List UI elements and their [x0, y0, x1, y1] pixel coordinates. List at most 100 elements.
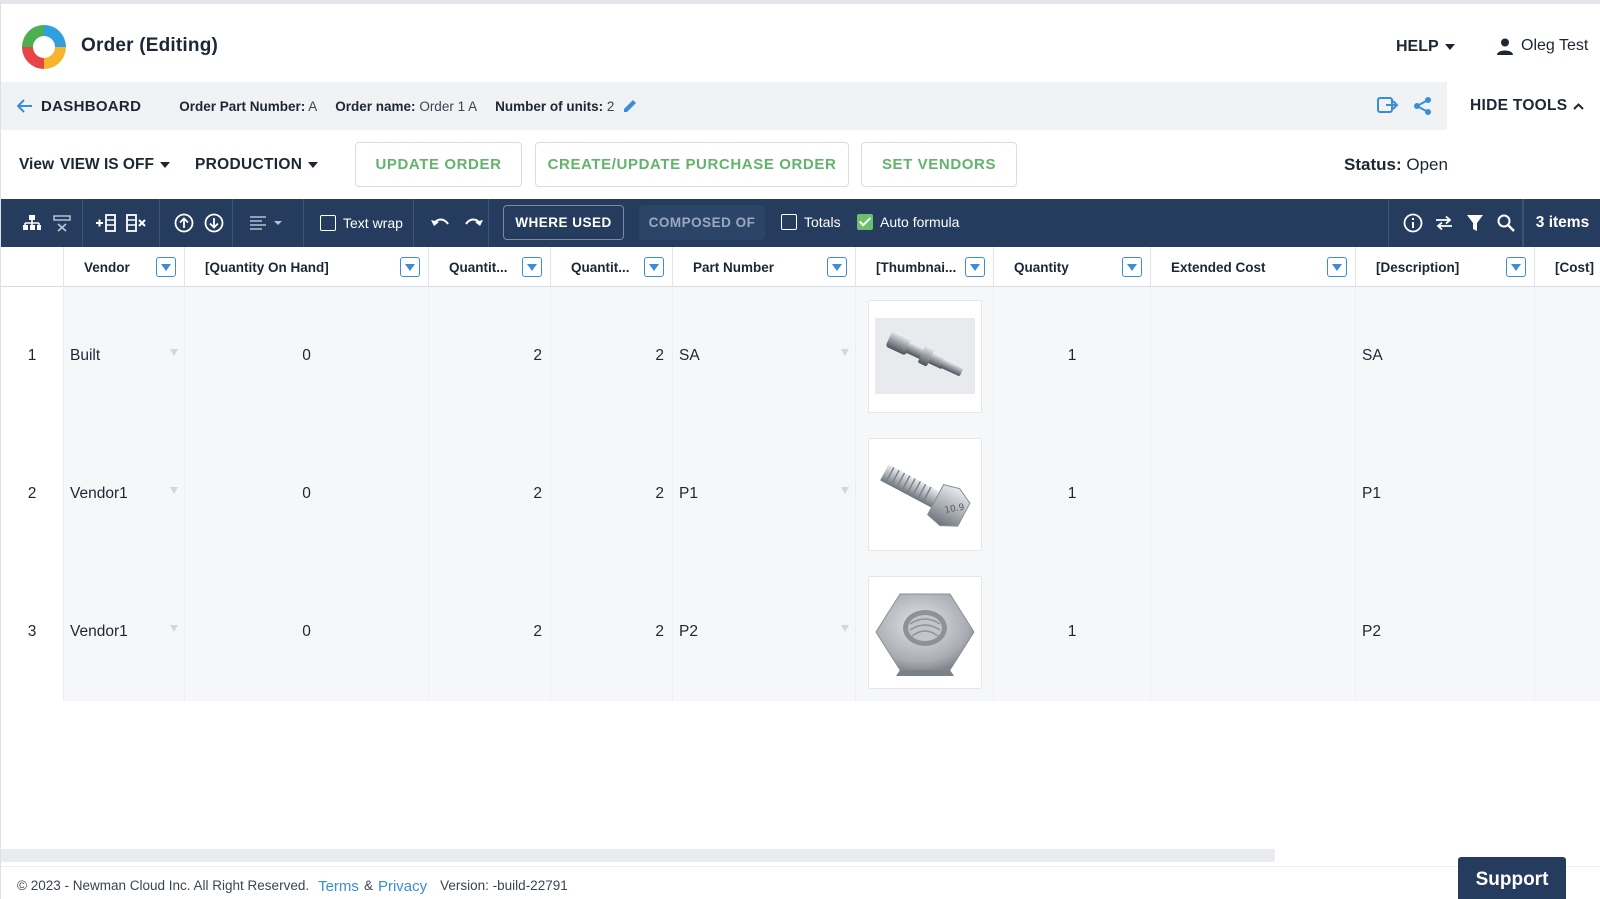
bolt-thumbnail[interactable]: 10.9 [867, 437, 982, 551]
nut-thumbnail[interactable] [867, 575, 982, 689]
horizontal-scrollbar[interactable] [1, 849, 1275, 862]
quantity-on-hand-cell[interactable]: 0 [185, 287, 429, 425]
dashboard-back-link[interactable]: DASHBOARD [17, 98, 141, 115]
quantity-cell[interactable]: 1 [994, 563, 1151, 701]
share-icon[interactable] [1413, 96, 1433, 121]
quantity-a-cell[interactable]: 2 [429, 287, 551, 425]
cost-cell[interactable] [1535, 563, 1600, 701]
description-cell[interactable]: P1 [1356, 425, 1535, 563]
add-hierarchy-icon[interactable] [21, 212, 43, 234]
header-description[interactable]: [Description] [1356, 247, 1535, 287]
extended-cost-cell[interactable] [1151, 563, 1356, 701]
quantity-b-cell[interactable]: 2 [551, 563, 673, 701]
cell-dropdown-icon[interactable] [170, 487, 178, 494]
quantity-b-cell[interactable]: 2 [551, 425, 673, 563]
extended-cost-cell[interactable] [1151, 287, 1356, 425]
header-quantity-on-hand[interactable]: [Quantity On Hand] [185, 247, 429, 287]
cost-cell[interactable] [1535, 425, 1600, 563]
help-menu[interactable]: HELP [1396, 38, 1455, 56]
delete-column-icon[interactable] [125, 212, 147, 234]
quantity-cell[interactable]: 1 [994, 425, 1151, 563]
column-filter-icon[interactable] [522, 257, 542, 277]
quantity-on-hand-cell[interactable]: 0 [185, 425, 429, 563]
hide-tools-button[interactable]: HIDE TOOLS [1470, 97, 1585, 115]
quantity-a-cell[interactable]: 2 [429, 563, 551, 701]
composed-of-button[interactable]: COMPOSED OF [639, 205, 765, 240]
cell-dropdown-icon[interactable] [170, 349, 178, 356]
help-label: HELP [1396, 38, 1439, 55]
header-label: [Cost] [1555, 259, 1594, 275]
part-number-cell[interactable]: P1 [673, 425, 856, 563]
upload-icon[interactable] [173, 212, 195, 234]
column-filter-icon[interactable] [1122, 257, 1142, 277]
cell-dropdown-icon[interactable] [841, 625, 849, 632]
header-label: [Thumbnai... [876, 259, 957, 275]
export-icon[interactable] [1377, 96, 1399, 121]
thumbnail-cell[interactable]: 10.9 [856, 425, 994, 563]
create-purchase-order-button[interactable]: CREATE/UPDATE PURCHASE ORDER [535, 142, 849, 187]
info-icon[interactable] [1402, 212, 1424, 234]
view-select[interactable]: View VIEW IS OFF [19, 156, 170, 174]
production-select[interactable]: PRODUCTION [195, 156, 319, 174]
header-part-number[interactable]: Part Number [673, 247, 856, 287]
column-filter-icon[interactable] [1506, 257, 1526, 277]
description-cell[interactable]: P2 [1356, 563, 1535, 701]
swap-icon[interactable] [1433, 212, 1455, 234]
cell-dropdown-icon[interactable] [841, 349, 849, 356]
remove-hierarchy-icon[interactable] [51, 212, 73, 234]
header-quantity-a[interactable]: Quantit... [429, 247, 551, 287]
column-filter-icon[interactable] [156, 257, 176, 277]
text-wrap-checkbox[interactable]: Text wrap [320, 215, 403, 231]
cell-dropdown-icon[interactable] [170, 625, 178, 632]
quantity-b-cell[interactable]: 2 [551, 287, 673, 425]
column-filter-icon[interactable] [400, 257, 420, 277]
update-order-button[interactable]: UPDATE ORDER [355, 142, 522, 187]
description-cell[interactable]: SA [1356, 287, 1535, 425]
user-menu[interactable]: Oleg Test [1497, 37, 1588, 55]
part-number-value: A [308, 98, 318, 114]
column-filter-icon[interactable] [644, 257, 664, 277]
download-icon[interactable] [203, 212, 225, 234]
support-button[interactable]: Support [1458, 857, 1566, 899]
redo-icon[interactable] [463, 212, 485, 234]
search-icon[interactable] [1495, 212, 1517, 234]
table-row[interactable]: 3 Vendor1 0 2 2 P2 1 P2 [1, 563, 1600, 701]
where-used-button[interactable]: WHERE USED [503, 205, 624, 240]
header-thumbnail[interactable]: [Thumbnai... [856, 247, 994, 287]
privacy-link[interactable]: Privacy [378, 878, 427, 895]
thumbnail-cell[interactable] [856, 563, 994, 701]
set-vendors-button[interactable]: SET VENDORS [861, 142, 1017, 187]
header-cost[interactable]: [Cost] [1535, 247, 1600, 287]
header-vendor[interactable]: Vendor [64, 247, 185, 287]
quantity-cell[interactable]: 1 [994, 287, 1151, 425]
column-filter-icon[interactable] [965, 257, 985, 277]
totals-label: Totals [804, 214, 841, 230]
extended-cost-cell[interactable] [1151, 425, 1356, 563]
totals-checkbox[interactable]: Totals [781, 214, 841, 230]
vendor-cell[interactable]: Vendor1 [64, 425, 185, 563]
column-filter-icon[interactable] [1327, 257, 1347, 277]
header-quantity[interactable]: Quantity [994, 247, 1151, 287]
thumbnail-cell[interactable] [856, 287, 994, 425]
vendor-cell[interactable]: Vendor1 [64, 563, 185, 701]
part-number-cell[interactable]: SA [673, 287, 856, 425]
shaft-thumbnail[interactable] [867, 299, 982, 413]
terms-link[interactable]: Terms [318, 878, 359, 895]
column-filter-icon[interactable] [827, 257, 847, 277]
cell-dropdown-icon[interactable] [841, 487, 849, 494]
quantity-a-cell[interactable]: 2 [429, 425, 551, 563]
undo-icon[interactable] [429, 212, 451, 234]
table-row[interactable]: 2 Vendor1 0 2 2 P1 10.9 1 P1 [1, 425, 1600, 563]
header-quantity-b[interactable]: Quantit... [551, 247, 673, 287]
insert-column-icon[interactable] [95, 212, 117, 234]
quantity-on-hand-cell[interactable]: 0 [185, 563, 429, 701]
edit-pencil-icon[interactable] [622, 98, 638, 114]
table-row[interactable]: 1 Built 0 2 2 SA 1 SA [1, 287, 1600, 425]
header-extended-cost[interactable]: Extended Cost [1151, 247, 1356, 287]
part-number-cell[interactable]: P2 [673, 563, 856, 701]
filter-icon[interactable] [1464, 212, 1486, 234]
auto-formula-checkbox[interactable]: Auto formula [857, 214, 959, 230]
cost-cell[interactable] [1535, 287, 1600, 425]
vendor-cell[interactable]: Built [64, 287, 185, 425]
align-left-icon[interactable] [249, 212, 283, 234]
